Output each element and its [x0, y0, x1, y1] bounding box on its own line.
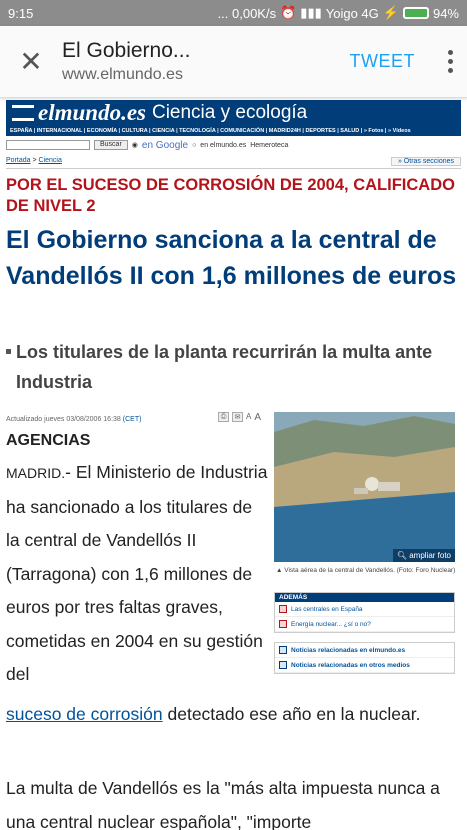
- search-elmundo-label: en elmundo.es: [200, 141, 247, 149]
- ademas-item[interactable]: Energía nuclear... ¿sí o no?: [275, 617, 454, 632]
- breadcrumb-trail: Portada > Ciencia: [6, 157, 62, 164]
- document-icon: [279, 605, 287, 613]
- caption-text: Vista aérea de la central de Vandellós. …: [284, 567, 456, 574]
- logo-mark-icon: [12, 105, 34, 121]
- search-button[interactable]: Buscar: [94, 140, 128, 150]
- masthead: elmundo.es Ciencia y ecología: [6, 100, 461, 126]
- ademas-item-label: Energía nuclear... ¿sí o no?: [291, 620, 371, 628]
- body-paragraph-2: La multa de Vandellós es la "más alta im…: [6, 778, 440, 830]
- dateline: MADRID.: [6, 465, 66, 481]
- net-speed: ... 0,00K/s: [217, 5, 277, 21]
- tweet-button[interactable]: TWEET: [350, 51, 416, 72]
- article-body-continued: suceso de corrosión detectado ese año en…: [6, 698, 461, 732]
- battery-icon: [402, 7, 429, 19]
- carrier-label: Yoigo 4G: [325, 5, 379, 21]
- custom-tab-toolbar: ✕ El Gobierno... www.elmundo.es TWEET: [0, 26, 467, 98]
- print-icon[interactable]: ⎙: [218, 412, 229, 422]
- photo-caption: ▲ Vista aérea de la central de Vandellós…: [276, 567, 456, 574]
- ademas-item-label: Las centrales en España: [291, 605, 363, 613]
- related-news-box: Noticias relacionadas en elmundo.es Noti…: [274, 642, 455, 674]
- article-byline: AGENCIAS: [6, 432, 91, 449]
- signal-icon: ▮▮▮: [300, 5, 322, 20]
- status-right: ... 0,00K/s ⏰ ▮▮▮ Yoigo 4G ⚡ 94%: [218, 5, 459, 21]
- article-tools: ⎙ ✉ A A: [218, 412, 261, 423]
- ademas-item[interactable]: Las centrales en España: [275, 602, 454, 617]
- timezone-link[interactable]: (CET): [123, 416, 142, 423]
- status-bar: 9:15 ... 0,00K/s ⏰ ▮▮▮ Yoigo 4G ⚡ 94%: [0, 0, 467, 26]
- article-kicker: POR EL SUCESO DE CORROSIÓN DE 2004, CALI…: [6, 176, 455, 215]
- page-title: El Gobierno...: [62, 39, 191, 62]
- article-subhead: Los titulares de la planta recurrirán la…: [6, 337, 461, 397]
- breadcrumb-section-link[interactable]: Ciencia: [39, 157, 62, 164]
- breadcrumb-home-link[interactable]: Portada: [6, 157, 31, 164]
- charging-icon: ⚡: [382, 5, 399, 20]
- ademas-box: ADEMÁS Las centrales en España Energía n…: [274, 592, 455, 633]
- search-input[interactable]: [6, 140, 90, 150]
- related-item-label: Noticias relacionadas en elmundo.es: [291, 646, 406, 654]
- overflow-menu-icon[interactable]: [433, 50, 467, 73]
- battery-percent: 94%: [432, 5, 459, 21]
- zoom-icon: 🔍︎: [396, 551, 407, 560]
- site-header: elmundo.es Ciencia y ecología ESPAÑA | I…: [0, 98, 467, 152]
- toolbar-titles: El Gobierno... www.elmundo.es: [62, 39, 350, 84]
- section-nav[interactable]: ESPAÑA | INTERNACIONAL | ECONOMÍA | CULT…: [6, 126, 461, 136]
- breadcrumb-separator: >: [30, 157, 39, 164]
- news-icon: [279, 661, 287, 669]
- radio-elmundo-icon[interactable]: ○: [192, 142, 196, 149]
- text-smaller-icon[interactable]: A: [246, 412, 251, 423]
- ampliar-foto-label: ampliar foto: [409, 551, 451, 560]
- article-photo[interactable]: 🔍︎ ampliar foto: [274, 412, 455, 562]
- close-icon[interactable]: ✕: [0, 26, 62, 98]
- document-icon: [279, 620, 287, 628]
- corrosion-link[interactable]: suceso de corrosión: [6, 704, 163, 724]
- article-headline: El Gobierno sanciona a la central de Van…: [6, 226, 457, 290]
- photo-image: [274, 412, 455, 562]
- related-item[interactable]: Noticias relacionadas en elmundo.es: [275, 643, 454, 658]
- email-icon[interactable]: ✉: [232, 412, 243, 422]
- section-title[interactable]: Ciencia y ecología: [152, 102, 307, 124]
- article-updated: Actualizado jueves 03/08/2006 16:38 (CET…: [6, 416, 141, 423]
- status-time: 9:15: [8, 5, 34, 21]
- ampliar-foto-button[interactable]: 🔍︎ ampliar foto: [392, 549, 455, 562]
- ademas-header: ADEMÁS: [275, 593, 454, 602]
- news-icon: [279, 646, 287, 654]
- breadcrumb: Portada > Ciencia » Otras secciones: [6, 157, 461, 169]
- text-larger-icon[interactable]: A: [254, 412, 261, 423]
- related-item-label: Noticias relacionadas en otros medios: [291, 661, 410, 669]
- page-url: www.elmundo.es: [62, 66, 183, 83]
- radio-google-icon[interactable]: ◉: [132, 141, 138, 149]
- hemeroteca-link[interactable]: Hemeroteca: [250, 142, 288, 149]
- otras-secciones-button[interactable]: » Otras secciones: [390, 157, 461, 166]
- related-item[interactable]: Noticias relacionadas en otros medios: [275, 658, 454, 673]
- updated-text: Actualizado jueves 03/08/2006 16:38: [6, 416, 121, 423]
- body-paragraph-1: - El Ministerio de Industria ha sanciona…: [6, 462, 268, 684]
- alarm-icon: ⏰: [280, 5, 297, 20]
- body-paragraph-1-tail: detectado ese año en la nuclear.: [162, 704, 421, 724]
- article-body-wrapped: MADRID.- El Ministerio de Industria ha s…: [6, 456, 268, 692]
- search-google-label: en Google: [141, 139, 189, 151]
- site-logo[interactable]: elmundo.es: [38, 100, 146, 126]
- search-row: Buscar ◉ en Google ○ en elmundo.es Hemer…: [6, 138, 461, 152]
